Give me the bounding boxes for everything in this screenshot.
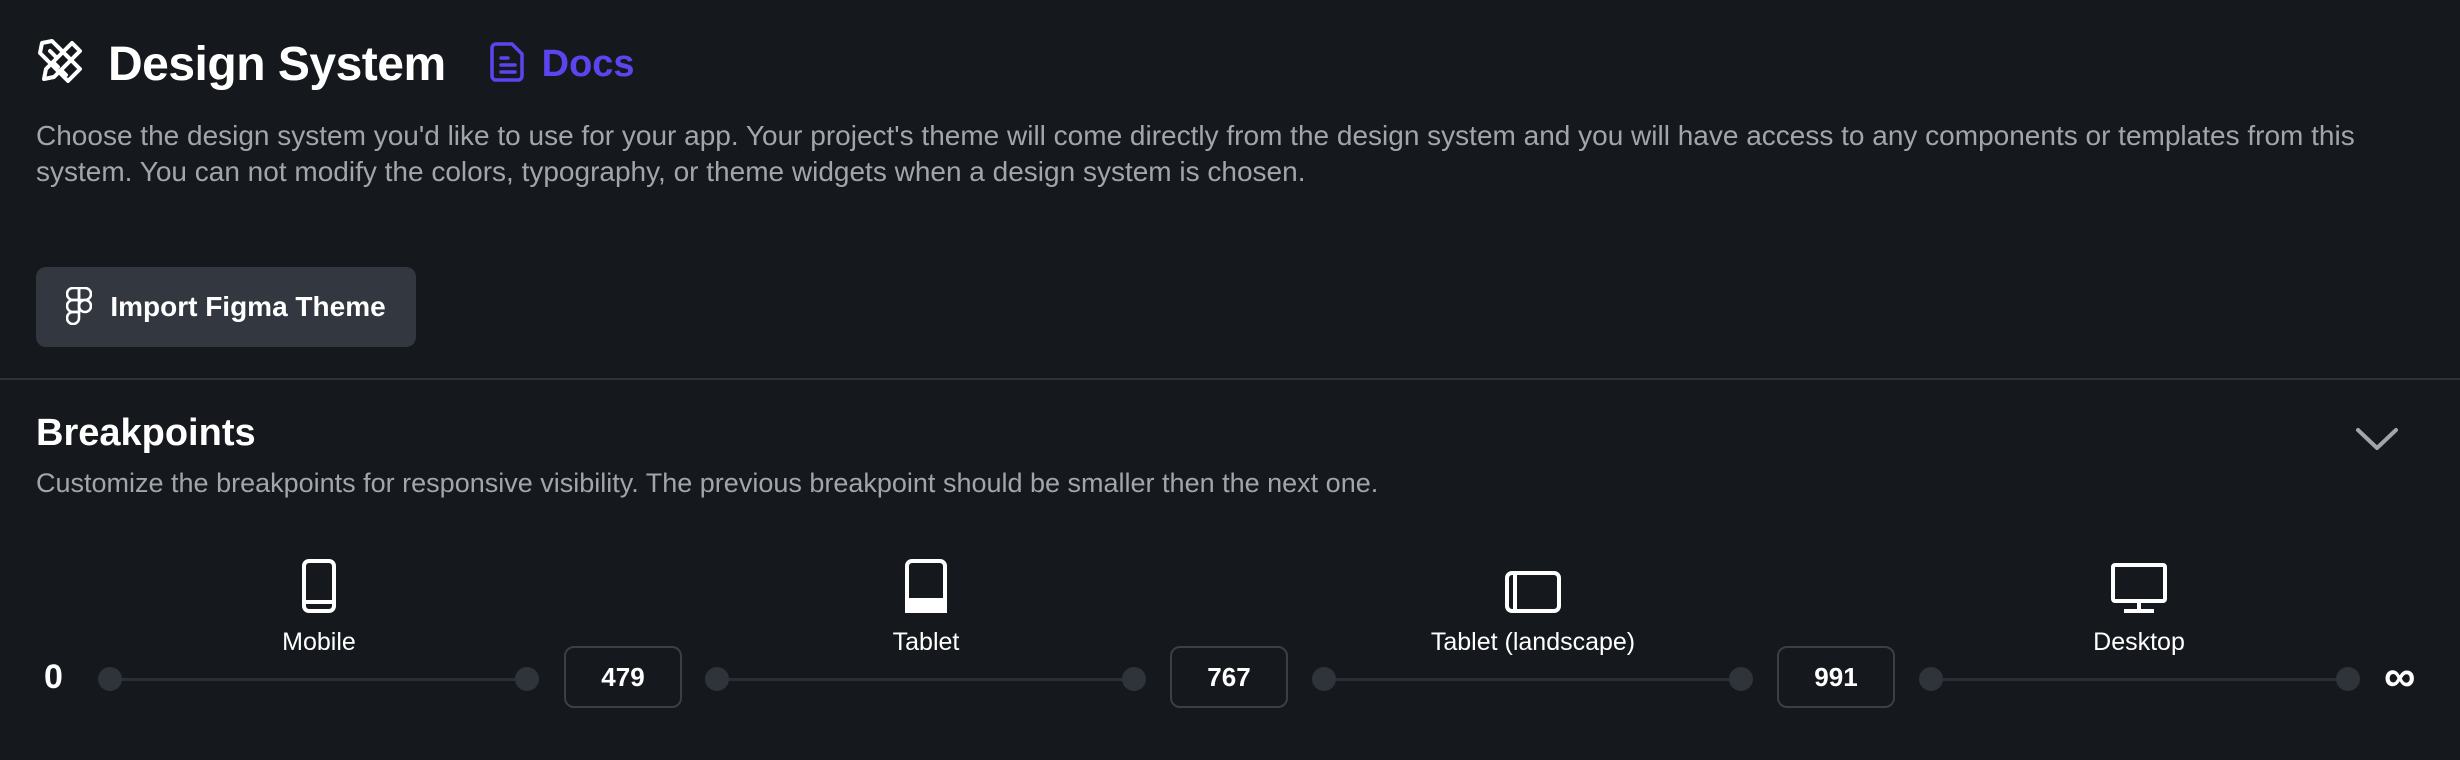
docs-label: Docs [541, 42, 635, 85]
slider-handle-desktop-start[interactable] [1919, 667, 1943, 691]
slider-handle-tablet-end[interactable] [1122, 667, 1146, 691]
device-mobile: Mobile [169, 554, 469, 657]
device-tablet: Tablet [776, 554, 1076, 657]
slider-handle-desktop-end[interactable] [2336, 667, 2360, 691]
device-desktop: Desktop [1989, 554, 2289, 657]
slider-handle-tablet-start[interactable] [705, 667, 729, 691]
header: Design System Docs [36, 34, 635, 94]
slider-track-tablet [717, 678, 1135, 681]
figma-icon [66, 286, 93, 328]
tablet-landscape-icon [1504, 554, 1562, 614]
slider-handle-mobile-start[interactable] [98, 667, 122, 691]
device-label-mobile: Mobile [282, 628, 356, 656]
slider-handle-tablet-landscape-end[interactable] [1729, 667, 1753, 691]
mobile-icon [301, 554, 337, 614]
breakpoint-input-tablet[interactable] [1170, 646, 1288, 708]
device-label-tablet-landscape: Tablet (landscape) [1430, 628, 1636, 656]
range-start-label: 0 [44, 658, 63, 696]
breakpoints-subtitle: Customize the breakpoints for responsive… [36, 468, 1379, 498]
slider-track-tablet-landscape [1324, 678, 1742, 681]
breakpoint-input-tablet-landscape[interactable] [1777, 646, 1895, 708]
range-end-label: ∞ [2384, 652, 2416, 701]
tablet-icon [904, 554, 948, 614]
docs-link[interactable]: Docs [489, 41, 635, 87]
description: Choose the design system you'd like to u… [36, 120, 2355, 187]
slider-track-mobile [110, 678, 528, 681]
import-figma-theme-label: Import Figma Theme [110, 291, 386, 322]
document-icon [489, 41, 526, 87]
page-title: Design System [108, 37, 446, 91]
device-label-desktop: Desktop [2093, 628, 2185, 656]
device-tablet-landscape: Tablet (landscape) [1383, 554, 1683, 657]
import-figma-theme-button[interactable]: Import Figma Theme [36, 267, 416, 347]
breakpoint-input-mobile[interactable] [564, 646, 682, 708]
section-divider [0, 378, 2460, 380]
device-label-tablet: Tablet [892, 628, 960, 656]
desktop-icon [2110, 554, 2168, 614]
slider-track-desktop [1931, 678, 2349, 681]
breakpoints-title: Breakpoints [36, 412, 256, 454]
design-system-icon [36, 37, 86, 92]
collapse-chevron-icon[interactable] [2352, 418, 2402, 458]
slider-handle-mobile-end[interactable] [515, 667, 539, 691]
slider-handle-tablet-landscape-start[interactable] [1312, 667, 1336, 691]
